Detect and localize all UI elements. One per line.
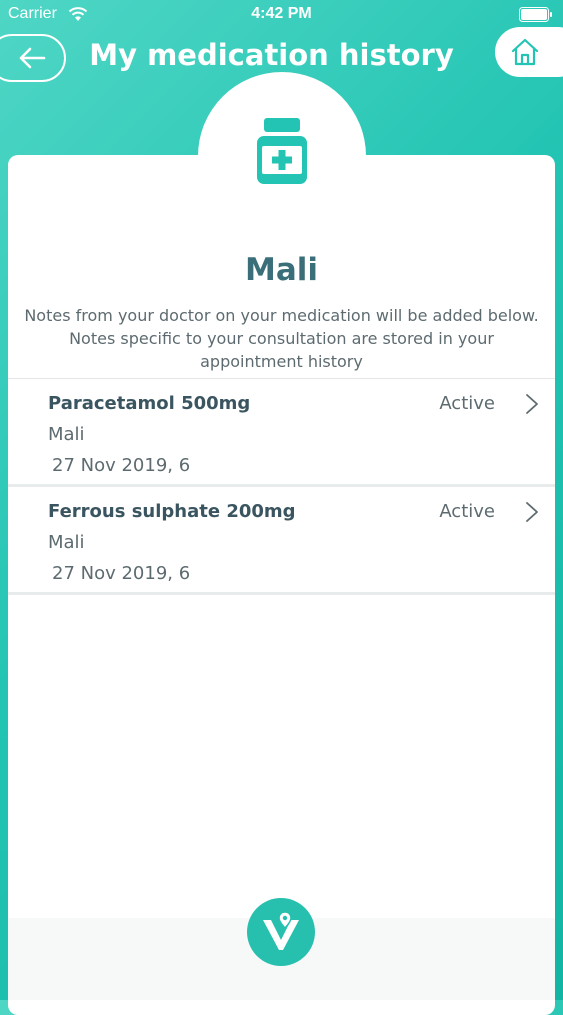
medicine-bottle-icon (257, 118, 307, 184)
patient-name: Mali (244, 252, 319, 288)
medication-date: 27 Nov 2019, 6 (52, 455, 191, 476)
battery-icon (519, 7, 552, 22)
v-pin-logo-icon (263, 911, 299, 950)
arrow-left-icon (19, 47, 46, 69)
house-icon (511, 38, 539, 66)
medication-name: Paracetamol 500mg (48, 393, 251, 414)
medication-patient: Mali (48, 424, 85, 445)
page-title: My medication history (89, 38, 454, 72)
medication-notes-info: Notes from your doctor on your medicatio… (24, 306, 539, 371)
medication-date: 27 Nov 2019, 6 (52, 563, 191, 584)
medication-patient: Mali (48, 532, 85, 553)
back-button[interactable] (0, 34, 66, 82)
medication-item[interactable]: Paracetamol 500mg Active Mali 27 Nov 201… (8, 379, 555, 487)
medication-status: Active (439, 393, 495, 414)
card-badge (198, 72, 366, 240)
medication-status: Active (439, 501, 495, 522)
chevron-right-icon (526, 394, 538, 414)
status-time: 4:42 PM (251, 5, 312, 22)
status-bar: Carrier 4:42 PM (0, 0, 563, 30)
medication-list: Paracetamol 500mg Active Mali 27 Nov 201… (8, 378, 555, 595)
chevron-right-icon (526, 502, 538, 522)
home-button[interactable] (495, 27, 563, 77)
medication-name: Ferrous sulphate 200mg (48, 501, 296, 522)
footer-logo (247, 898, 315, 966)
medication-item[interactable]: Ferrous sulphate 200mg Active Mali 27 No… (8, 487, 555, 595)
